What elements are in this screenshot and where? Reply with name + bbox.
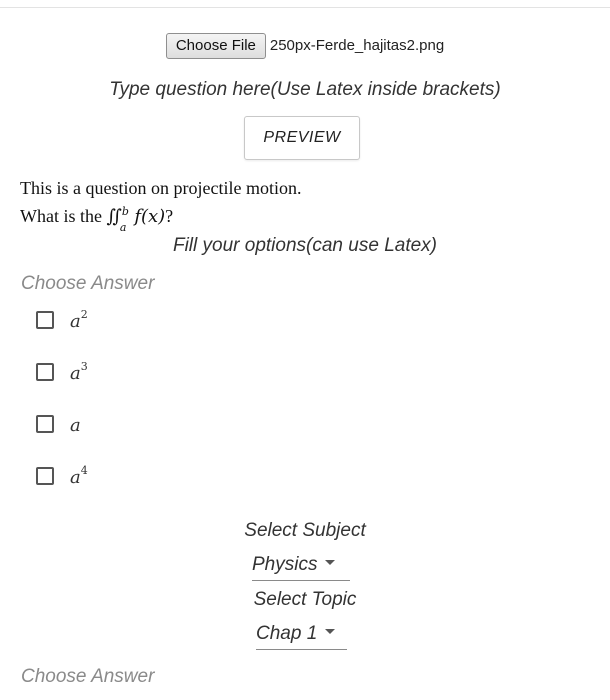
option-text: a3: [70, 360, 88, 384]
topic-select[interactable]: Chap 1: [256, 620, 347, 650]
answer-option[interactable]: a: [36, 411, 81, 437]
choose-answer-label: Choose Answer: [21, 273, 155, 294]
answer-option[interactable]: a3: [36, 359, 88, 385]
question-preview-line-1: This is a question on projectile motion.: [20, 178, 302, 198]
triangle-down-icon: [325, 560, 336, 566]
question-preview-line-2: What is the ∬ b a f(x)?: [20, 202, 580, 234]
checkbox-unchecked-icon[interactable]: [36, 415, 54, 433]
choose-file-button[interactable]: Choose File: [165, 33, 266, 60]
triangle-down-icon: [325, 629, 336, 635]
question-input-label[interactable]: Type question here(Use Latex inside brac…: [0, 77, 610, 103]
select-subject-label: Select Subject: [244, 520, 366, 541]
option-text: a2: [70, 308, 88, 332]
subject-selected-value: Physics: [252, 554, 318, 575]
preview-button[interactable]: PREVIEW: [244, 116, 360, 160]
topic-selected-value: Chap 1: [256, 623, 318, 644]
option-text: a: [70, 415, 81, 436]
option-text: a4: [70, 464, 88, 488]
answer-option[interactable]: a2: [36, 307, 88, 333]
select-topic-label: Select Topic: [253, 589, 357, 610]
question-text-prefix: What is the: [20, 206, 107, 226]
file-upload-row: Choose File 250px-Ferde_hajitas2.png: [0, 33, 610, 60]
answer-option[interactable]: a4: [36, 463, 88, 489]
options-input-label[interactable]: Fill your options(can use Latex): [0, 233, 610, 259]
selected-file-name: 250px-Ferde_hajitas2.png: [269, 37, 445, 55]
checkbox-unchecked-icon[interactable]: [36, 363, 54, 381]
integral-limits: ba: [120, 202, 130, 234]
choose-answer-label-bottom: Choose Answer: [21, 666, 155, 687]
top-divider: [0, 0, 610, 8]
question-preview: This is a question on projectile motion.…: [20, 174, 580, 234]
checkbox-unchecked-icon[interactable]: [36, 467, 54, 485]
checkbox-unchecked-icon[interactable]: [36, 311, 54, 329]
question-text-suffix: ?: [165, 206, 174, 226]
subject-select[interactable]: Physics: [252, 551, 350, 581]
integrand: f(x): [134, 206, 166, 227]
